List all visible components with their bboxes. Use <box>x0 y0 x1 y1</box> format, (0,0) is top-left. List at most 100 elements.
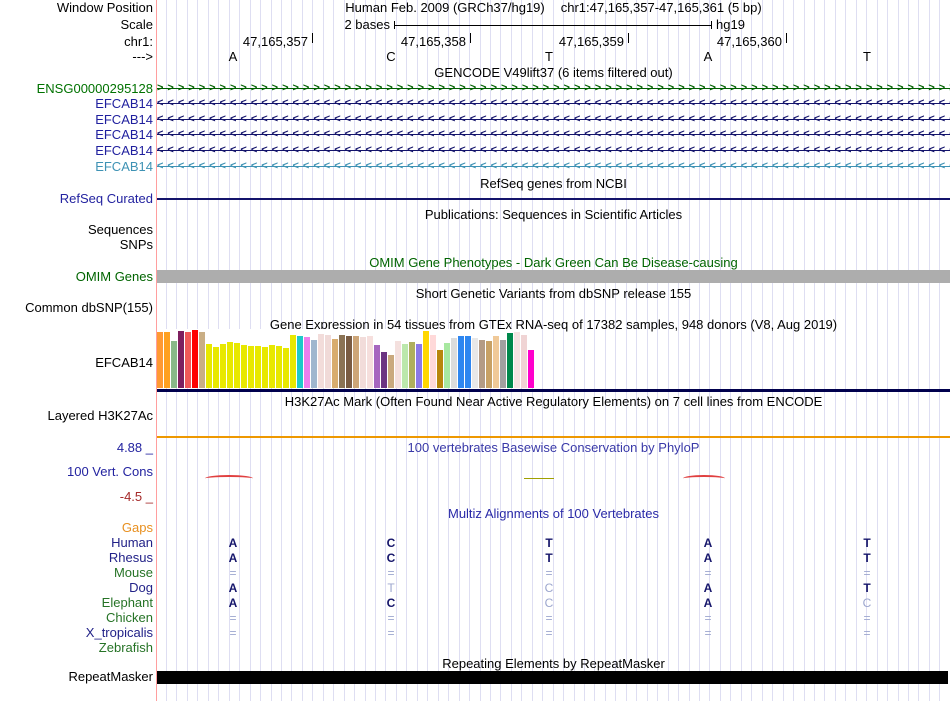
species-label[interactable]: X_tropicalis <box>0 626 153 640</box>
gtex-bar[interactable] <box>465 336 471 388</box>
species-label[interactable]: Zebrafish <box>0 641 153 655</box>
gene-line[interactable]: <<<<<<<<<<<<<<<<<<<<<<<<<<<<<<<<<<<<<<<<… <box>157 144 950 158</box>
gtex-bar[interactable] <box>479 340 485 388</box>
species-label[interactable]: Mouse <box>0 566 153 580</box>
gtex-bar[interactable] <box>444 343 450 388</box>
gtex-bar[interactable] <box>178 331 184 388</box>
scale-label: Scale <box>120 17 153 32</box>
gtex-bar[interactable] <box>514 332 520 388</box>
gtex-bar[interactable] <box>332 339 338 388</box>
sequences-label[interactable]: Sequences <box>0 223 153 237</box>
gene-label[interactable]: EFCAB14 <box>0 97 153 111</box>
gtex-bar[interactable] <box>507 333 513 388</box>
gtex-bar[interactable] <box>493 336 499 388</box>
gtex-bar[interactable] <box>339 335 345 388</box>
gene-label[interactable]: EFCAB14 <box>0 160 153 174</box>
gtex-bar[interactable] <box>290 335 296 388</box>
gtex-bar[interactable] <box>437 350 443 388</box>
repeatmasker-bar[interactable] <box>157 671 948 684</box>
gtex-bar[interactable] <box>402 344 408 388</box>
gtex-bar[interactable] <box>199 332 205 388</box>
species-label[interactable]: Human <box>0 536 153 550</box>
snps-label[interactable]: SNPs <box>0 238 153 252</box>
gtex-bar[interactable] <box>248 346 254 388</box>
alignment-base: = <box>387 611 395 625</box>
gtex-bar[interactable] <box>164 332 170 388</box>
gtex-bar[interactable] <box>416 344 422 388</box>
phylop-label[interactable]: 100 Vert. Cons <box>0 465 153 479</box>
gtex-bar[interactable] <box>241 345 247 388</box>
gtex-bar[interactable] <box>388 355 394 388</box>
gtex-bar[interactable] <box>283 348 289 388</box>
gtex-bar[interactable] <box>458 336 464 388</box>
species-label[interactable]: Rhesus <box>0 551 153 565</box>
left-arrows: <<<<<<<<<<<<<<<<<<<<<<<<<<<<<<<<<<<<<<<<… <box>157 113 950 125</box>
track-title-gencode: GENCODE V49lift37 (6 items filtered out) <box>434 65 673 80</box>
gene-line[interactable]: <<<<<<<<<<<<<<<<<<<<<<<<<<<<<<<<<<<<<<<<… <box>157 97 950 111</box>
species-label[interactable]: Dog <box>0 581 153 595</box>
gtex-bar[interactable] <box>276 346 282 388</box>
gtex-bar[interactable] <box>381 352 387 388</box>
gene-label[interactable]: EFCAB14 <box>0 113 153 127</box>
omim-genes-bar[interactable] <box>157 270 950 283</box>
alignment-base: A <box>228 536 238 550</box>
gene-line[interactable]: <<<<<<<<<<<<<<<<<<<<<<<<<<<<<<<<<<<<<<<<… <box>157 128 950 142</box>
track-title-dbsnp: Short Genetic Variants from dbSNP releas… <box>415 286 692 301</box>
gtex-bar[interactable] <box>486 341 492 388</box>
gtex-bar[interactable] <box>304 337 310 388</box>
scale-value: 2 bases <box>344 17 390 32</box>
gtex-bar[interactable] <box>311 340 317 388</box>
gtex-bar[interactable] <box>255 346 261 388</box>
gtex-bar[interactable] <box>346 336 352 388</box>
gtex-bar[interactable] <box>192 330 198 388</box>
gtex-bar[interactable] <box>227 342 233 388</box>
gtex-bar[interactable] <box>213 347 219 388</box>
window-position-value: Human Feb. 2009 (GRCh37/hg19) chr1:47,16… <box>157 1 950 15</box>
repeatmasker-label[interactable]: RepeatMasker <box>0 670 153 684</box>
gtex-bar[interactable] <box>269 345 275 388</box>
refseq-gene-line[interactable] <box>157 198 950 200</box>
gtex-bar[interactable] <box>500 340 506 388</box>
gene-label[interactable]: EFCAB14 <box>0 128 153 142</box>
gtex-bar[interactable] <box>171 341 177 388</box>
gtex-bar[interactable] <box>297 336 303 388</box>
gtex-bar[interactable] <box>206 344 212 388</box>
gene-line[interactable]: <<<<<<<<<<<<<<<<<<<<<<<<<<<<<<<<<<<<<<<<… <box>157 160 950 174</box>
gtex-bar[interactable] <box>262 347 268 388</box>
gene-label[interactable]: ENSG00000295128 <box>0 82 153 96</box>
gtex-bar[interactable] <box>157 332 163 388</box>
gtex-underline <box>157 389 950 392</box>
gtex-bar[interactable] <box>409 342 415 388</box>
alignment-base: = <box>863 566 871 580</box>
gtex-bar[interactable] <box>528 350 534 388</box>
gtex-bar[interactable] <box>325 335 331 388</box>
h3k27ac-label[interactable]: Layered H3K27Ac <box>0 409 153 423</box>
alignment-base: C <box>862 596 872 610</box>
gene-label[interactable]: EFCAB14 <box>0 144 153 158</box>
gtex-bar[interactable] <box>521 335 527 388</box>
gtex-gene-label[interactable]: EFCAB14 <box>0 356 153 370</box>
omim-genes-label[interactable]: OMIM Genes <box>0 270 153 284</box>
gtex-bar[interactable] <box>360 337 366 388</box>
refseq-curated-label[interactable]: RefSeq Curated <box>0 192 153 206</box>
gtex-bar[interactable] <box>430 335 436 388</box>
gtex-bar[interactable] <box>353 336 359 388</box>
gtex-bar[interactable] <box>374 345 380 388</box>
gtex-barchart[interactable] <box>157 329 539 388</box>
gtex-bar[interactable] <box>395 341 401 388</box>
species-label[interactable]: Chicken <box>0 611 153 625</box>
gtex-bar[interactable] <box>451 338 457 388</box>
alignment-base: C <box>386 536 396 550</box>
gtex-bar[interactable] <box>185 332 191 388</box>
gtex-bar[interactable] <box>318 334 324 388</box>
gtex-bar[interactable] <box>472 338 478 388</box>
species-label[interactable]: Gaps <box>0 521 153 535</box>
gtex-bar[interactable] <box>220 344 226 388</box>
gene-line[interactable]: <<<<<<<<<<<<<<<<<<<<<<<<<<<<<<<<<<<<<<<<… <box>157 113 950 127</box>
species-label[interactable]: Elephant <box>0 596 153 610</box>
common-dbsnp-label[interactable]: Common dbSNP(155) <box>0 301 153 315</box>
gtex-bar[interactable] <box>367 336 373 388</box>
gtex-bar[interactable] <box>234 343 240 388</box>
gtex-bar[interactable] <box>423 331 429 388</box>
gene-line[interactable]: >>>>>>>>>>>>>>>>>>>>>>>>>>>>>>>>>>>>>>>>… <box>157 82 950 96</box>
